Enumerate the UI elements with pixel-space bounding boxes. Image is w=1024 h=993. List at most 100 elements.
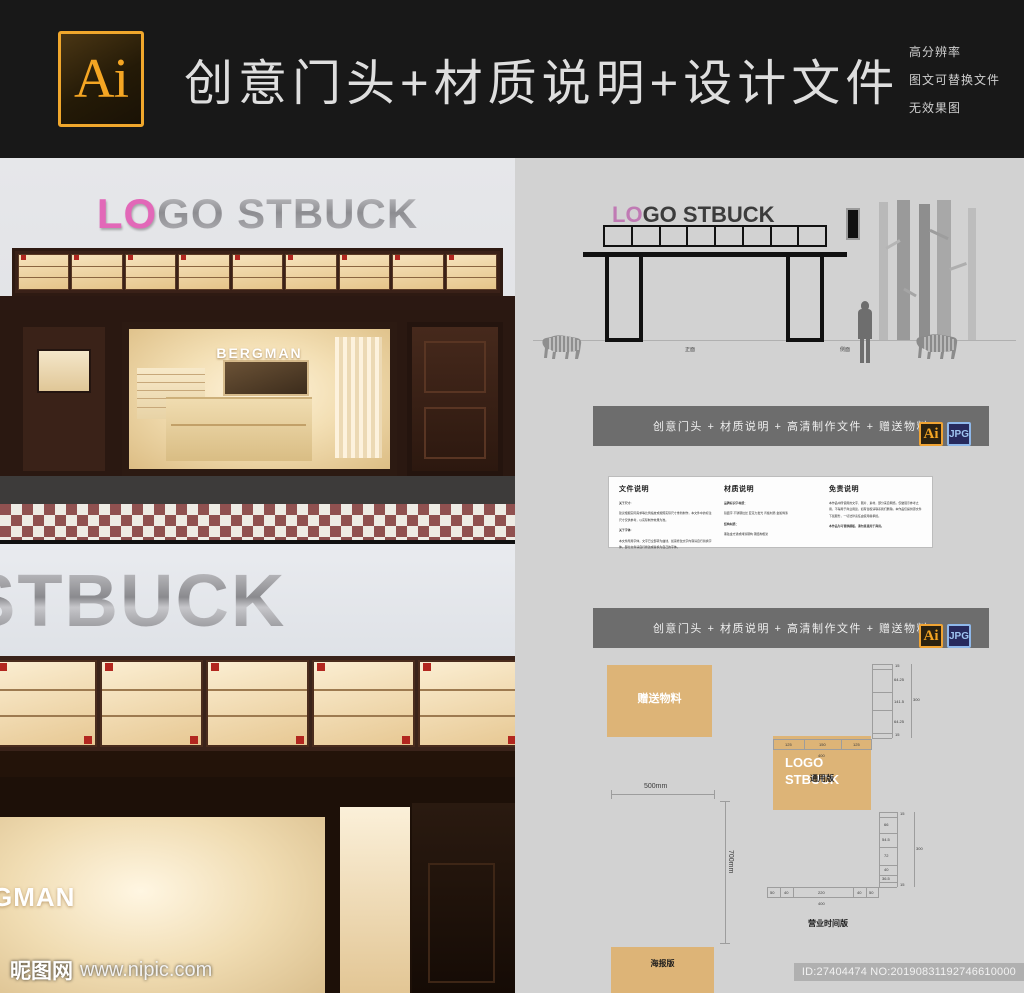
spec-body-disclaimer-0: 本作品中所使用的文字、图片、素材，部分来自网络，仅做展示参考之用，不得用于商业用… [829,501,922,518]
spec-label-file-0: 关于尺寸: [619,501,632,505]
illustrator-logo-text: Ai [74,48,129,110]
spec-column-file: 文件说明 关于尺寸: 建议根据实际需求等比例缩放或按照实际尺寸重新制作，本文件中… [619,484,712,549]
file-format-badges-top: Ai JPG [919,422,971,446]
ai-format-badge: Ai [919,422,943,446]
header-note-0: 高分辨率 [908,44,961,59]
gate-pillar-right [786,257,824,342]
mockup-hours-caption: 营业时间版 [808,919,848,928]
jpg-format-badge: JPG [947,422,971,446]
beam-closeup [0,751,515,777]
gv-dim-v-0: 15 [895,663,900,668]
zebra-silhouette-right [910,329,962,361]
poster-dim-width: 500mm [644,783,668,790]
wall-mounted-panel [846,208,860,240]
interior-brand-sign: BERGMAN [216,345,303,361]
facade-sign-lo: LO [96,190,158,237]
mockup-poster-version[interactable]: LOGO STBUCK [611,947,714,993]
spec-title-material: 材质说明 [724,486,754,493]
elevation-drawing: LOGO STBUCK 正面 侧面 [515,158,1024,363]
spec-panel: LOGO STBUCK 正面 侧面 创意门头 + 材质说明 + 高清制作文件 +… [515,158,1024,993]
header-notes: 高分辨率 图文可替换文件 无效果图 [909,43,1000,116]
gv-dim-h-1: 150 [819,742,826,747]
left-door [18,322,110,476]
bh-dim-v-1: 66 [884,822,889,827]
bh-dim-v-3: 72 [884,853,889,858]
spec-label-file-1: 关于字体: [619,528,632,533]
illustrator-logo: Ai [58,31,144,127]
bh-dim-h-3: 40 [857,890,862,895]
watermark-site-name: 昵图网 [10,960,73,983]
gv-dim-v-2: 141.5 [894,699,905,704]
transom-windows-closeup [0,656,515,751]
facade-sign-text: LOGO STBUCK [0,190,515,238]
transom-windows [12,248,503,296]
signage-box-row [603,225,827,247]
header-note-1: 图文可替换文件 [908,72,1000,87]
tree-silhouettes [873,200,1018,340]
spec-body-material-0: 镜面字 不锈钢拉丝 亚克力发光 背板材质 金属烤漆 [724,511,788,516]
jpg-format-badge-2: JPG [947,624,971,648]
display-window: BERGMAN [122,322,397,476]
watermark-url: www.nipic.com [80,958,213,981]
elevation-sign-lo: LO [612,202,643,227]
gv-dim-h-2: 125 [853,742,860,747]
page-header: Ai 创意门头+材质说明+设计文件 高分辨率 图文可替换文件 无效果图 [0,0,1024,158]
person-silhouette [858,301,872,363]
ai-format-badge-2: Ai [919,624,943,648]
header-note-2: 无效果图 [908,100,961,115]
gate-pillar-left [605,257,643,342]
interior-brand-sign-closeup: GMAN [0,882,76,912]
site-watermark: 昵图网 www.nipic.com [10,955,212,985]
bh-dim-v-0: 15 [900,811,905,816]
bh-dim-v-2: 54.5 [882,837,890,842]
bh-dim-h-1: 40 [784,890,789,895]
bh-dim-h-0: 50 [770,890,775,895]
dark-doorway-closeup [412,803,515,993]
storefront-photo-closeup: STBUCK GMAN 昵图网 www.nipic.com [0,544,515,993]
mockup-gift-material-text: 赠送物料 [637,693,682,705]
feature-banner-bottom-text: 创意门头 + 材质说明 + 高清制作文件 + 赠送物料 [652,623,930,635]
zebra-silhouette-left [537,331,585,361]
elevation-label-side: 侧面 [840,347,851,353]
specification-box: 文件说明 关于尺寸: 建议根据实际需求等比例缩放或按照实际尺寸重新制作，本文件中… [608,476,933,549]
spec-title-disclaimer: 免责说明 [829,486,859,493]
spec-label-material-1: 结构材质： [724,521,739,526]
bh-dim-h-4: 50 [869,890,874,895]
mockup-poster-caption: 海报版 [650,959,675,968]
spec-column-material: 材质说明 品牌标识字材质： 镜面字 不锈钢拉丝 亚克力发光 背板材质 金属烤漆 … [724,484,817,540]
photo-column: LOGO STBUCK BERGMAN STBUCK [0,158,515,993]
spec-body-disclaimer-1: 本作品为可替换模板，请勿直接用于商用。 [829,524,884,529]
mockup-gift-material[interactable]: 赠送物料 [607,665,712,737]
gv-dim-v-1: 64.25 [894,677,905,682]
spec-body-file-1: 本文件所用字体，文字已全部转为曲线，如需修改文字内容请自行替换字体，部分文件请自… [619,538,712,549]
bh-dim-v-6: 15 [900,882,905,887]
zebra-left-svg [542,335,582,359]
spec-column-disclaimer: 免责说明 本作品中所使用的文字、图片、素材，部分来自网络，仅做展示参考之用，不得… [829,484,922,540]
elevation-sign-rest: GO STBUCK [642,202,775,227]
spec-body-file-0: 建议根据实际需求等比例缩放或按照实际尺寸重新制作，本文件中的标注尺寸仅供参考，以… [619,511,712,522]
display-counter [165,396,312,461]
storefront-photo-day: LOGO STBUCK BERGMAN [0,158,515,540]
bh-dim-total-height: 300 [916,846,923,851]
door-panel-closeup [340,807,410,993]
back-mirror [222,359,310,397]
gv-dim-total-height: 300 [913,697,920,702]
plinth [0,476,515,504]
elevation-label-front: 正面 [685,347,696,353]
spec-label-material-0: 品牌标识字材质： [724,501,748,505]
feature-banner-top-text: 创意门头 + 材质说明 + 高清制作文件 + 赠送物料 [652,421,930,433]
bh-dim-v-4: 40 [884,867,889,872]
spec-body-material-1: 黑钛金方通或烤漆钢构 钢结构框架 [724,532,769,537]
gv-dim-v-3: 64.25 [894,719,905,724]
gv-dim-h-0: 125 [785,742,792,747]
bh-dim-total-width: 400 [818,901,825,906]
spec-title-file: 文件说明 [619,486,649,493]
gv-dim-v-4: 15 [895,732,900,737]
mockup-general-caption: 通用版 [810,774,834,783]
zebra-right-svg [916,334,958,359]
bh-dim-v-5: 36.5 [882,876,890,881]
bh-dim-h-2: 220 [818,890,825,895]
page-title: 创意门头+材质说明+设计文件 [184,56,900,111]
right-door [407,322,503,476]
file-format-badges-bottom: Ai JPG [919,624,971,648]
